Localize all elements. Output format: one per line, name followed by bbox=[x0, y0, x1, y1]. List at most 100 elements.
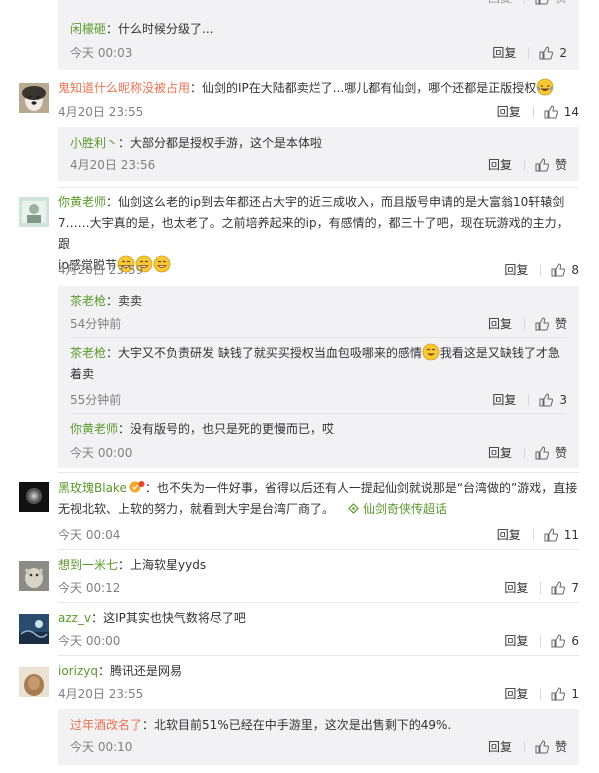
comment-actions: 回复 7 bbox=[504, 580, 579, 596]
divider bbox=[58, 187, 579, 188]
like-count: 8 bbox=[571, 263, 579, 277]
reply-button[interactable]: 回复 bbox=[488, 157, 512, 173]
reply-actions: 回复 赞 bbox=[488, 0, 567, 6]
like-button[interactable]: 2 bbox=[539, 45, 567, 61]
thumbs-up-icon bbox=[544, 528, 558, 542]
thumbs-up-icon bbox=[535, 740, 549, 754]
thumbs-up-icon bbox=[535, 446, 549, 460]
like-count: 7 bbox=[571, 581, 579, 595]
like-count: 赞 bbox=[554, 740, 567, 754]
reply-button[interactable]: 回复 bbox=[492, 392, 516, 408]
reply-button[interactable]: 回复 bbox=[492, 45, 516, 61]
like-button[interactable]: 3 bbox=[539, 392, 567, 408]
thumbs-up-icon bbox=[551, 634, 566, 648]
reply-username[interactable]: 你黄老师 bbox=[70, 422, 118, 436]
like-button[interactable]: 赞 bbox=[535, 157, 567, 173]
reply-actions: 回复 赞 bbox=[488, 445, 567, 461]
comment-username[interactable]: 想到一米七 bbox=[58, 558, 118, 572]
comment-text: ：这IP其实也快气数将尽了吧 bbox=[91, 611, 246, 625]
reply-text-line2: 着卖 bbox=[70, 367, 95, 381]
reply-time: 55分钟前 bbox=[70, 393, 122, 407]
reply-button[interactable]: 回复 bbox=[488, 445, 512, 461]
reply-box: 茶老枪：卖卖 54分钟前 回复 赞 茶老枪：大宇又不负责研发 缺钱了就买买授权当… bbox=[58, 286, 579, 468]
reply-username[interactable]: 茶老枪 bbox=[70, 346, 106, 360]
reply-username[interactable]: 闲檬砸 bbox=[70, 22, 106, 36]
thumbs-up-icon bbox=[551, 687, 566, 701]
comment-actions: 回复 11 bbox=[497, 527, 579, 543]
comment-content: 鬼知道什么昵称没被占用：仙剑的IP在大陆都卖烂了...哪儿都有仙剑，哪个还都是正… bbox=[58, 78, 579, 99]
divider bbox=[58, 472, 579, 473]
avatar[interactable] bbox=[19, 83, 49, 113]
reply-box: 小胜利丶：大部分都是授权手游，这个是本体啦 4月20日 23:56 回复 赞 bbox=[58, 127, 579, 181]
reply-username[interactable]: 茶老枪 bbox=[70, 294, 106, 308]
comment-username[interactable]: 你黄老师 bbox=[58, 195, 106, 209]
like-button[interactable]: 赞 bbox=[535, 739, 567, 755]
comment-username[interactable]: azz_v bbox=[58, 611, 91, 625]
reply-content: 你黄老师：没有版号的，也只是死的更慢而已，哎 bbox=[70, 419, 570, 440]
divider bbox=[70, 337, 567, 338]
badge-icon bbox=[129, 481, 145, 493]
like-button[interactable]: 赞 bbox=[535, 0, 567, 6]
comment-time: 4月20日 23:55 bbox=[58, 687, 144, 701]
like-button[interactable]: 7 bbox=[551, 580, 579, 596]
reply-actions: 回复 赞 bbox=[488, 157, 567, 173]
reply-actions: 回复 3 bbox=[492, 392, 567, 408]
like-count: 赞 bbox=[554, 446, 567, 460]
reply-time: 今天 00:00 bbox=[70, 446, 133, 460]
reply-button[interactable]: 回复 bbox=[504, 580, 528, 596]
comment-text: ：腾讯还是网易 bbox=[97, 664, 182, 678]
thumbs-up-icon bbox=[551, 581, 566, 595]
avatar[interactable] bbox=[19, 561, 49, 591]
topic-link[interactable]: 仙剑奇侠传超话 bbox=[348, 502, 447, 516]
like-button[interactable]: 8 bbox=[551, 262, 579, 278]
reply-button[interactable]: 回复 bbox=[488, 739, 512, 755]
avatar[interactable] bbox=[19, 614, 49, 644]
reply-text: ：大部分都是授权手游，这个是本体啦 bbox=[118, 136, 323, 150]
reply-text: ：卖卖 bbox=[106, 294, 143, 308]
reply-content: 闲檬砸：什么时候分级了... bbox=[70, 19, 570, 40]
reply-button[interactable]: 回复 bbox=[504, 633, 528, 649]
comment-text: ：仙剑的IP在大陆都卖烂了...哪儿都有仙剑，哪个还都是正版授权 bbox=[190, 81, 537, 95]
reply-button[interactable]: 回复 bbox=[488, 316, 512, 332]
reply-content: 茶老枪：大宇又不负责研发 缺钱了就买买授权当血包吸哪来的感情 我看这是又缺钱了才急… bbox=[70, 343, 570, 385]
comment-text-line1: ：仙剑这么老的ip到去年都还占大宇的近三成收入，而且版号申请的是大富翁10轩辕剑 bbox=[106, 195, 565, 209]
reply-button[interactable]: 回复 bbox=[504, 262, 528, 278]
comment-time: 4月20日 23:59 bbox=[58, 263, 144, 277]
reply-button[interactable]: 回复 bbox=[488, 0, 512, 6]
comment-content: 想到一米七：上海软星yyds bbox=[58, 555, 579, 576]
reply-time: 54分钟前 bbox=[70, 317, 122, 331]
comment-username[interactable]: 鬼知道什么昵称没被占用 bbox=[58, 81, 190, 95]
comment-time: 今天 00:04 bbox=[58, 528, 121, 542]
thumbs-up-icon bbox=[535, 317, 549, 331]
reply-button[interactable]: 回复 bbox=[497, 104, 521, 120]
reply-button[interactable]: 回复 bbox=[504, 686, 528, 702]
comment-content: iorizyq：腾讯还是网易 bbox=[58, 661, 579, 682]
avatar[interactable] bbox=[19, 482, 49, 512]
reply-button[interactable]: 回复 bbox=[497, 527, 521, 543]
comment-text-line2: 无视北软、上软的努力，就看到大宇是台湾厂商了。 bbox=[58, 502, 335, 516]
like-button[interactable]: 11 bbox=[544, 527, 579, 543]
comment-username[interactable]: 黑玫瑰Blake bbox=[58, 481, 127, 495]
comment-time: 4月20日 23:55 bbox=[58, 105, 144, 119]
comment-username[interactable]: iorizyq bbox=[58, 664, 98, 678]
thumbs-up-icon bbox=[544, 105, 558, 119]
reply-actions: 回复 赞 bbox=[488, 739, 567, 755]
like-button[interactable]: 赞 bbox=[535, 316, 567, 332]
avatar[interactable] bbox=[19, 667, 49, 697]
avatar[interactable] bbox=[19, 197, 49, 227]
topic-label: 仙剑奇侠传超话 bbox=[363, 502, 448, 516]
thumbs-up-icon bbox=[535, 0, 549, 5]
like-button[interactable]: 14 bbox=[544, 104, 579, 120]
reply-text: ：没有版号的，也只是死的更慢而已，哎 bbox=[118, 422, 335, 436]
like-button[interactable]: 赞 bbox=[535, 445, 567, 461]
reply-time: 今天 00:03 bbox=[70, 46, 133, 60]
reply-username[interactable]: 小胜利丶 bbox=[70, 136, 118, 150]
reply-content: 小胜利丶：大部分都是授权手游，这个是本体啦 bbox=[70, 133, 570, 154]
like-count: 赞 bbox=[554, 317, 567, 331]
comment-text: ：上海软星yyds bbox=[118, 558, 207, 572]
like-button[interactable]: 1 bbox=[551, 686, 579, 702]
reply-box: 过年酒改名了：北软目前51%已经在中手游里，这次是出售剩下的49%. 今天 00… bbox=[58, 709, 579, 765]
like-button[interactable]: 6 bbox=[551, 633, 579, 649]
comment-content: azz_v：这IP其实也快气数将尽了吧 bbox=[58, 608, 579, 629]
reply-username[interactable]: 过年酒改名了 bbox=[70, 718, 142, 732]
